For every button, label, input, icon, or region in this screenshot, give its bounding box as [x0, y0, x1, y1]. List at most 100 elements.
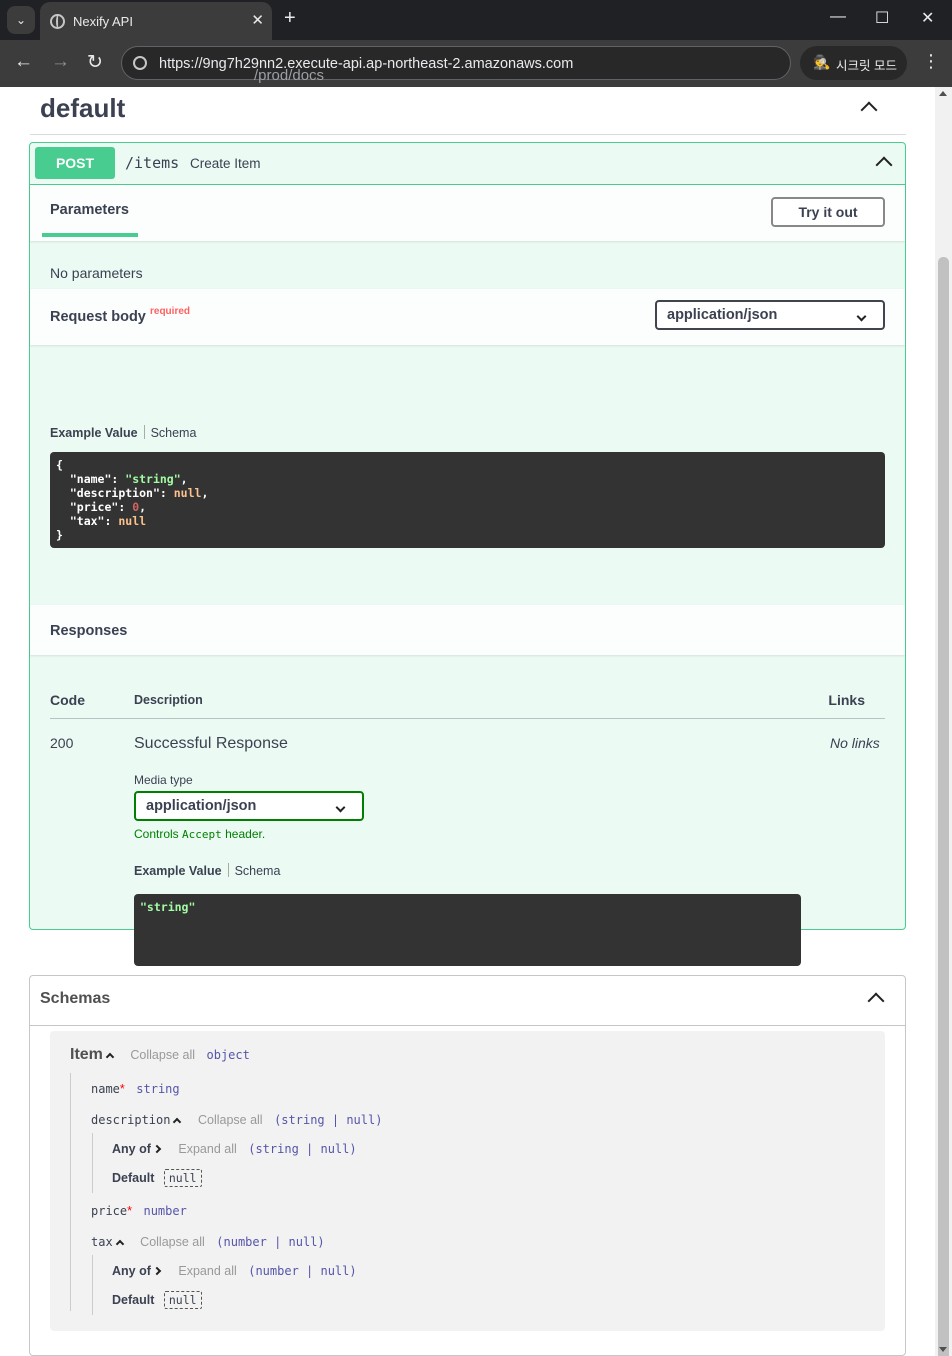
chevron-up-icon[interactable] — [860, 101, 878, 119]
request-content-type-select[interactable]: application/json — [655, 300, 885, 330]
response-links: No links — [830, 735, 880, 751]
operation-summary-text: Create Item — [190, 156, 261, 171]
back-button[interactable]: ← — [14, 51, 33, 73]
scroll-up-arrow-icon[interactable] — [939, 91, 947, 96]
tab-search-button[interactable]: ⌄ — [7, 6, 35, 34]
forward-button[interactable]: → — [51, 51, 70, 73]
property-type: string — [136, 1082, 180, 1096]
chevron-up-icon[interactable] — [875, 156, 893, 174]
property-name: description — [91, 1113, 171, 1127]
chevron-up-icon[interactable] — [173, 1117, 182, 1127]
property-tree-line — [92, 1133, 93, 1193]
required-label: required — [150, 306, 191, 317]
response-example-tabs: Example Value Schema — [134, 863, 280, 878]
parameters-header: Parameters Try it out — [30, 185, 905, 241]
response-media-type-select[interactable]: application/json — [134, 791, 364, 821]
browser-tab[interactable]: Nexify API ✕ — [40, 2, 272, 40]
controls-accept-note: Controls Accept header. — [134, 827, 266, 841]
reload-button[interactable]: ↻ — [87, 51, 103, 74]
request-body-label: Request body — [50, 309, 146, 325]
any-of-type: (number | null) — [248, 1264, 357, 1278]
required-star: * — [127, 1204, 132, 1218]
schemas-section: Schemas Item Collapse all object name* s… — [29, 975, 906, 1356]
tab-title: Nexify API — [73, 14, 133, 29]
url-text: https://9ng7h29nn2.execute-api.ap-northe… — [159, 56, 574, 84]
operation-block: POST /items Create Item Parameters Try i… — [29, 142, 906, 966]
chevron-up-icon[interactable] — [115, 1239, 124, 1249]
method-badge: POST — [35, 147, 115, 179]
response-code: 200 — [50, 735, 74, 751]
default-value: null — [163, 1291, 202, 1309]
close-window-button[interactable]: ✕ — [921, 8, 934, 28]
default-label: Default — [112, 1293, 155, 1307]
responses-header: Responses — [30, 605, 905, 655]
chevron-down-icon — [335, 799, 346, 815]
responses-label: Responses — [50, 623, 128, 639]
property-name: price — [91, 1204, 128, 1218]
site-info-icon[interactable] — [133, 56, 147, 70]
model-name[interactable]: Item — [70, 1046, 103, 1063]
address-bar[interactable]: https://9ng7h29nn2.execute-api.ap-northe… — [121, 46, 791, 84]
expand-all-link[interactable]: Expand all — [178, 1264, 236, 1278]
col-code: Code — [50, 692, 85, 708]
tab-example-value[interactable]: Example Value — [134, 864, 222, 878]
maximize-button[interactable]: ☐ — [875, 8, 889, 28]
default-row: Default null — [112, 1169, 202, 1187]
collapse-all-link[interactable]: Collapse all — [198, 1113, 263, 1127]
schemas-header[interactable]: Schemas — [30, 976, 905, 1026]
property-name: tax — [91, 1235, 113, 1249]
no-parameters-text: No parameters — [50, 265, 143, 281]
page-viewport: default POST /items Create Item Paramete… — [0, 87, 935, 1356]
collapse-all-link[interactable]: Collapse all — [130, 1048, 195, 1062]
any-of-row: Any of Expand all (number | null) — [112, 1264, 357, 1278]
tag-section-header[interactable]: default — [30, 87, 906, 135]
tab-example-value[interactable]: Example Value — [50, 426, 138, 440]
page-scrollbar[interactable] — [935, 87, 952, 1356]
tab-schema[interactable]: Schema — [151, 426, 197, 440]
property-row: description Collapse all (string | null) — [91, 1113, 382, 1127]
default-row: Default null — [112, 1291, 202, 1309]
chevron-right-icon[interactable] — [152, 1266, 162, 1276]
schemas-title: Schemas — [40, 990, 111, 1007]
chevron-down-icon: ⌄ — [15, 13, 27, 27]
property-name: name — [91, 1082, 120, 1096]
chevron-up-icon[interactable] — [105, 1052, 115, 1062]
property-row: name* string — [91, 1082, 180, 1096]
any-of-label: Any of — [112, 1142, 151, 1156]
col-description: Description — [134, 693, 203, 707]
expand-all-link[interactable]: Expand all — [178, 1142, 236, 1156]
request-example-code: { "name": "string", "description": null,… — [50, 452, 885, 548]
tab-schema[interactable]: Schema — [235, 864, 281, 878]
browser-menu-icon[interactable]: ⋮ — [922, 51, 940, 72]
required-star: * — [119, 1082, 125, 1096]
default-label: Default — [112, 1171, 155, 1185]
tab-parameters[interactable]: Parameters — [50, 202, 129, 218]
tab-underline — [42, 233, 138, 237]
any-of-row: Any of Expand all (string | null) — [112, 1142, 357, 1156]
response-description: Successful Response — [134, 735, 288, 752]
browser-tab-strip: ⌄ Nexify API ✕ + — ☐ ✕ — [0, 0, 952, 40]
operation-summary[interactable]: POST /items Create Item — [30, 143, 905, 185]
any-of-type: (string | null) — [248, 1142, 357, 1156]
col-links: Links — [828, 692, 865, 708]
incognito-icon: 🕵 — [813, 54, 831, 70]
close-tab-icon[interactable]: ✕ — [251, 11, 264, 29]
any-of-label: Any of — [112, 1264, 151, 1278]
chevron-right-icon[interactable] — [152, 1144, 162, 1154]
minimize-button[interactable]: — — [830, 8, 846, 26]
responses-table-header: Code Description Links — [50, 683, 885, 719]
new-tab-button[interactable]: + — [284, 7, 296, 30]
try-it-out-button[interactable]: Try it out — [771, 197, 885, 227]
incognito-indicator[interactable]: 🕵 시크릿 모드 — [800, 46, 907, 80]
property-tree-line — [92, 1255, 93, 1315]
chevron-up-icon[interactable] — [867, 992, 885, 1010]
incognito-label: 시크릿 모드 — [836, 59, 897, 73]
browser-toolbar: ← → ↻ https://9ng7h29nn2.execute-api.ap-… — [0, 40, 952, 87]
scrollbar-thumb[interactable] — [938, 257, 949, 1356]
collapse-all-link[interactable]: Collapse all — [140, 1235, 205, 1249]
model-type: object — [206, 1048, 250, 1062]
default-value: null — [163, 1169, 202, 1187]
property-row: tax Collapse all (number | null) — [91, 1235, 325, 1249]
model-tree-line — [70, 1073, 71, 1311]
scroll-down-arrow-icon[interactable] — [939, 1347, 947, 1352]
